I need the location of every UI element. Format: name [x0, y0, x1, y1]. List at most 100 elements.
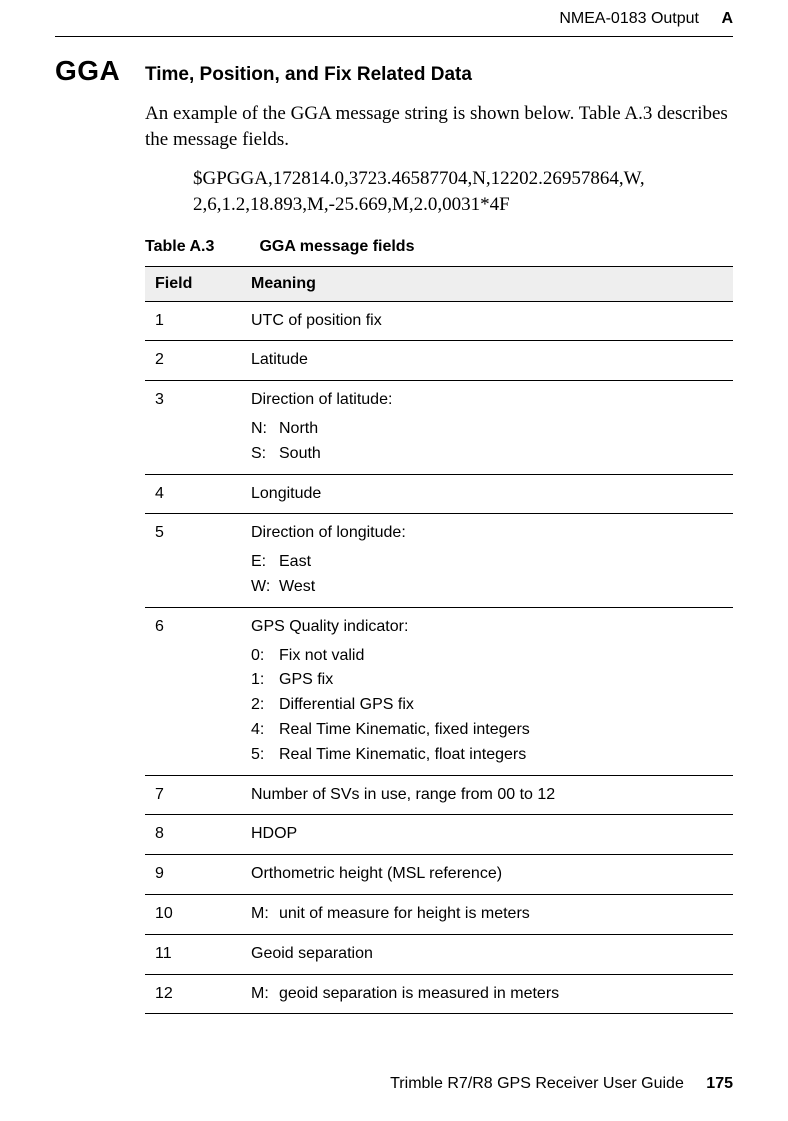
cell-meaning: Number of SVs in use, range from 00 to 1… [241, 775, 733, 815]
table-row: 10M:unit of measure for height is meters [145, 894, 733, 934]
section-title: Time, Position, and Fix Related Data [145, 64, 472, 86]
cell-field: 5 [145, 514, 241, 607]
meaning-text: Geoid separation [251, 942, 723, 967]
meaning-subitem: 1:GPS fix [251, 668, 723, 693]
meaning-text: Orthometric height (MSL reference) [251, 862, 723, 887]
meaning-subitem: E:East [251, 550, 723, 575]
section-label: GGA [55, 55, 145, 87]
appendix-letter: A [721, 10, 733, 27]
table-caption-title: GGA message fields [259, 238, 414, 255]
table-row: 5 Direction of longitude: E:EastW:West [145, 514, 733, 607]
subitem-key: S: [251, 442, 279, 467]
subitem-value: Differential GPS fix [279, 693, 414, 718]
meaning-sublist: E:EastW:West [251, 550, 723, 600]
subitem-value: West [279, 575, 315, 600]
subitem-value: Real Time Kinematic, float integers [279, 743, 526, 768]
cell-field: 9 [145, 855, 241, 895]
running-header-title: NMEA-0183 Output [559, 10, 699, 27]
meaning-subitem: 0:Fix not valid [251, 644, 723, 669]
meaning-text: Longitude [251, 482, 723, 507]
table-row: 6 GPS Quality indicator: 0:Fix not valid1:… [145, 607, 733, 775]
subitem-value: GPS fix [279, 668, 333, 693]
cell-meaning: Latitude [241, 341, 733, 381]
subitem-value: Fix not valid [279, 644, 364, 669]
document-page: NMEA-0183 Output A GGA Time, Position, a… [0, 0, 788, 1121]
cell-meaning: Geoid separation [241, 934, 733, 974]
meaning-text: HDOP [251, 822, 723, 847]
meaning-subitem: W:West [251, 575, 723, 600]
cell-meaning: Orthometric height (MSL reference) [241, 855, 733, 895]
cell-meaning: M:geoid separation is measured in meters [241, 974, 733, 1014]
subitem-key: 5: [251, 743, 279, 768]
meaning-subitem: 2:Differential GPS fix [251, 693, 723, 718]
table-row: 7 Number of SVs in use, range from 00 to … [145, 775, 733, 815]
cell-meaning: GPS Quality indicator: 0:Fix not valid1:G… [241, 607, 733, 775]
footer-guide-title: Trimble R7/R8 GPS Receiver User Guide [390, 1075, 684, 1092]
example-line-2: 2,6,1.2,18.893,M,-25.669,M,2.0,0031*4F [193, 192, 733, 218]
cell-field: 6 [145, 607, 241, 775]
meaning-text: GPS Quality indicator: [251, 615, 723, 640]
gga-fields-table: Field Meaning 1 UTC of position fix 2 Latit… [145, 266, 733, 1015]
subitem-value: East [279, 550, 311, 575]
subitem-key: 1: [251, 668, 279, 693]
cell-field: 4 [145, 474, 241, 514]
meaning-subitem: 4:Real Time Kinematic, fixed integers [251, 718, 723, 743]
example-block: $GPGGA,172814.0,3723.46587704,N,12202.26… [193, 166, 733, 217]
cell-meaning: Longitude [241, 474, 733, 514]
table-row: 2 Latitude [145, 341, 733, 381]
running-header: NMEA-0183 Output A [55, 10, 733, 28]
table-header-row: Field Meaning [145, 266, 733, 301]
subitem-key: 0: [251, 644, 279, 669]
cell-meaning: Direction of longitude: E:EastW:West [241, 514, 733, 607]
meaning-inline-key: M: [251, 902, 279, 927]
intro-paragraph: An example of the GGA message string is … [145, 101, 733, 152]
header-rule [55, 36, 733, 37]
meaning-sublist: N:NorthS:South [251, 417, 723, 467]
table-row: 1 UTC of position fix [145, 301, 733, 341]
cell-meaning: HDOP [241, 815, 733, 855]
meaning-text: Number of SVs in use, range from 00 to 1… [251, 783, 723, 808]
meaning-text: Direction of latitude: [251, 388, 723, 413]
meaning-inline-key: M: [251, 982, 279, 1007]
section-heading-row: GGA Time, Position, and Fix Related Data [55, 55, 733, 87]
table-row: 8 HDOP [145, 815, 733, 855]
cell-field: 3 [145, 381, 241, 474]
meaning-text: Direction of longitude: [251, 521, 723, 546]
cell-field: 1 [145, 301, 241, 341]
table-row: 12M:geoid separation is measured in mete… [145, 974, 733, 1014]
table-caption: Table A.3 GGA message fields [145, 238, 733, 256]
meaning-subitem: N:North [251, 417, 723, 442]
cell-field: 10 [145, 894, 241, 934]
page-footer: Trimble R7/R8 GPS Receiver User Guide 17… [390, 1075, 733, 1093]
col-header-field: Field [145, 266, 241, 301]
cell-meaning: UTC of position fix [241, 301, 733, 341]
subitem-key: 4: [251, 718, 279, 743]
subitem-key: E: [251, 550, 279, 575]
cell-field: 7 [145, 775, 241, 815]
cell-field: 2 [145, 341, 241, 381]
table-row: 3 Direction of latitude: N:NorthS:South [145, 381, 733, 474]
col-header-meaning: Meaning [241, 266, 733, 301]
subitem-value: North [279, 417, 318, 442]
cell-field: 11 [145, 934, 241, 974]
cell-meaning: M:unit of measure for height is meters [241, 894, 733, 934]
cell-field: 8 [145, 815, 241, 855]
body-column: An example of the GGA message string is … [145, 101, 733, 1014]
subitem-value: Real Time Kinematic, fixed integers [279, 718, 530, 743]
meaning-subitem: 5:Real Time Kinematic, float integers [251, 743, 723, 768]
table-row: 11 Geoid separation [145, 934, 733, 974]
meaning-sublist: 0:Fix not valid1:GPS fix2:Differential G… [251, 644, 723, 768]
table-row: 4 Longitude [145, 474, 733, 514]
subitem-key: 2: [251, 693, 279, 718]
subitem-key: W: [251, 575, 279, 600]
meaning-text: Latitude [251, 348, 723, 373]
table-caption-number: Table A.3 [145, 238, 255, 256]
cell-field: 12 [145, 974, 241, 1014]
meaning-text: UTC of position fix [251, 309, 723, 334]
footer-page-number: 175 [706, 1075, 733, 1092]
meaning-inline-value: unit of measure for height is meters [279, 905, 530, 922]
meaning-subitem: S:South [251, 442, 723, 467]
cell-meaning: Direction of latitude: N:NorthS:South [241, 381, 733, 474]
subitem-value: South [279, 442, 321, 467]
table-row: 9 Orthometric height (MSL reference) [145, 855, 733, 895]
